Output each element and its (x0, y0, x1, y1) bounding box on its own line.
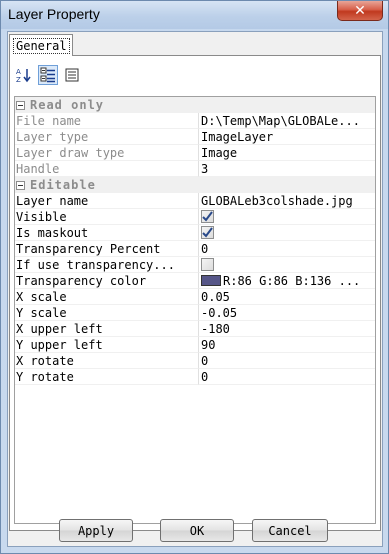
category-label: Editable (30, 178, 96, 192)
property-grid[interactable]: Read only File name D:\Temp\Map\GLOBALe.… (14, 96, 376, 524)
categorized-button[interactable] (38, 65, 58, 85)
property-pages-icon (65, 68, 79, 82)
sort-alphabetical-button[interactable]: A Z (14, 65, 34, 85)
sort-az-icon: A Z (16, 68, 31, 83)
property-row[interactable]: Y scale -0.05 (15, 305, 375, 321)
property-name: Layer draw type (15, 145, 199, 161)
checkmark-icon (202, 227, 213, 238)
transparency-color-field[interactable]: R:86 G:86 B:136 ... (199, 273, 375, 289)
transparency-percent-field[interactable]: 0 (199, 241, 375, 257)
property-value: ImageLayer (199, 129, 375, 145)
property-toolbar: A Z (14, 65, 82, 87)
property-row[interactable]: Visible (15, 209, 375, 225)
y-upper-left-field[interactable]: 90 (199, 337, 375, 353)
category-readonly[interactable]: Read only (15, 97, 375, 113)
title-bar[interactable]: Layer Property ✕ (1, 1, 388, 29)
close-button[interactable]: ✕ (337, 1, 383, 21)
close-icon: ✕ (354, 2, 366, 18)
property-row[interactable]: X rotate 0 (15, 353, 375, 369)
tab-general-label: General (13, 38, 70, 54)
property-row[interactable]: X scale 0.05 (15, 289, 375, 305)
property-name: Handle (15, 161, 199, 177)
property-row[interactable]: Layer draw type Image (15, 145, 375, 161)
color-value: R:86 G:86 B:136 ... (223, 274, 361, 288)
visible-checkbox[interactable] (201, 210, 214, 223)
property-row[interactable]: Is maskout (15, 225, 375, 241)
x-upper-left-field[interactable]: -180 (199, 321, 375, 337)
window-title: Layer Property (8, 6, 100, 22)
checkmark-icon (202, 211, 213, 222)
color-swatch (201, 275, 221, 286)
use-transparency-checkbox[interactable] (201, 258, 214, 271)
svg-text:A: A (16, 68, 21, 76)
tab-general[interactable]: General (9, 34, 73, 56)
property-row[interactable]: Transparency Percent 0 (15, 241, 375, 257)
layer-name-field[interactable]: GLOBALeb3colshade.jpg (199, 193, 375, 209)
ok-button[interactable]: OK (160, 519, 234, 542)
property-name: Y upper left (15, 337, 199, 353)
collapse-icon[interactable] (16, 180, 25, 190)
property-name: X rotate (15, 353, 199, 369)
property-name: File name (15, 113, 199, 129)
property-name: X scale (15, 289, 199, 305)
property-pages-button[interactable] (62, 65, 82, 85)
svg-text:Z: Z (16, 76, 21, 83)
property-row[interactable]: Y rotate 0 (15, 369, 375, 385)
maskout-checkbox[interactable] (201, 226, 214, 239)
property-name: If use transparency... (15, 257, 199, 273)
property-row[interactable]: Handle 3 (15, 161, 375, 177)
property-name: Visible (15, 209, 199, 225)
property-row[interactable]: Layer name GLOBALeb3colshade.jpg (15, 193, 375, 209)
cancel-button[interactable]: Cancel (252, 519, 328, 542)
general-panel: A Z Read only File name D:\Temp\Map\GLOB… (9, 55, 381, 531)
collapse-icon[interactable] (16, 100, 25, 110)
property-name: Y scale (15, 305, 199, 321)
property-row[interactable]: Layer type ImageLayer (15, 129, 375, 145)
property-value: Image (199, 145, 375, 161)
category-editable[interactable]: Editable (15, 177, 375, 193)
property-name: Layer type (15, 129, 199, 145)
property-name: Transparency Percent (15, 241, 199, 257)
property-row[interactable]: Transparency color R:86 G:86 B:136 ... (15, 273, 375, 289)
property-name: Is maskout (15, 225, 199, 241)
property-name: X upper left (15, 321, 199, 337)
property-value: 3 (199, 161, 375, 177)
x-rotate-field[interactable]: 0 (199, 353, 375, 369)
property-row[interactable]: Y upper left 90 (15, 337, 375, 353)
property-row[interactable]: If use transparency... (15, 257, 375, 273)
property-value: D:\Temp\Map\GLOBALe... (199, 113, 375, 129)
categorized-icon (40, 67, 55, 83)
property-row[interactable]: X upper left -180 (15, 321, 375, 337)
category-label: Read only (30, 98, 105, 112)
y-rotate-field[interactable]: 0 (199, 369, 375, 385)
apply-button[interactable]: Apply (59, 519, 133, 542)
property-name: Layer name (15, 193, 199, 209)
x-scale-field[interactable]: 0.05 (199, 289, 375, 305)
property-name: Y rotate (15, 369, 199, 385)
layer-property-window: Layer Property ✕ General A Z Read only F… (0, 0, 389, 554)
property-name: Transparency color (15, 273, 199, 289)
client-area: General A Z Read only File name D:\Temp\… (7, 31, 383, 547)
y-scale-field[interactable]: -0.05 (199, 305, 375, 321)
property-row[interactable]: File name D:\Temp\Map\GLOBALe... (15, 113, 375, 129)
